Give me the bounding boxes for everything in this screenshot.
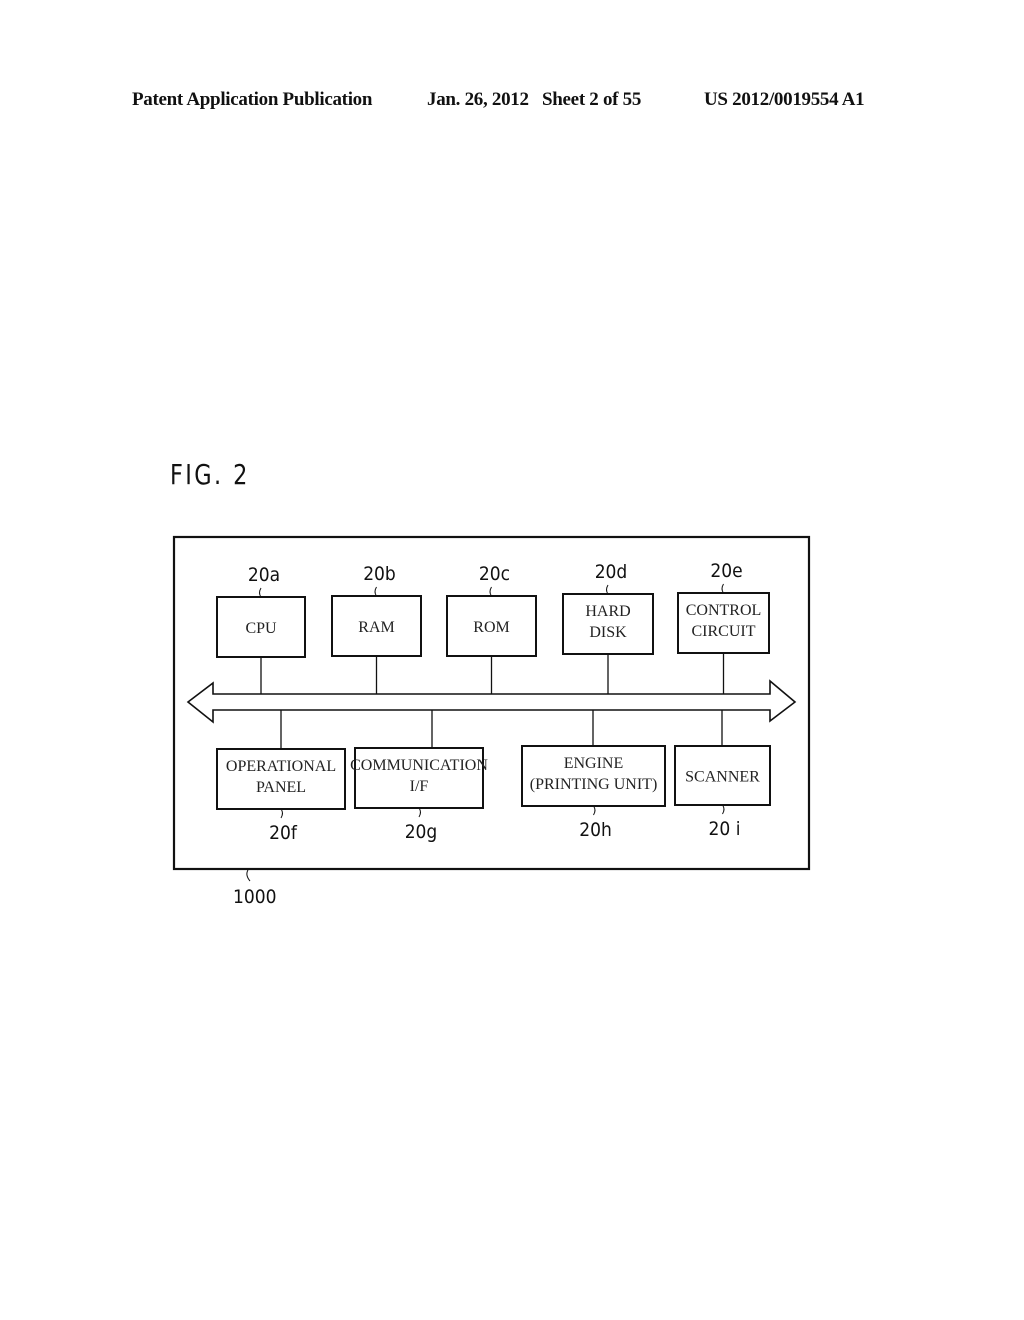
- ref-leader-line: [259, 587, 262, 598]
- component-label: ENGINE: [564, 755, 624, 772]
- component-20c: ROM 20c: [446, 563, 537, 694]
- ref-leader-line: [280, 808, 283, 819]
- component-20h: ENGINE (PRINTING UNIT) 20h: [521, 710, 666, 841]
- component-label: DISK: [589, 624, 627, 641]
- component-ref-label: 20 i: [709, 818, 741, 840]
- component-ref-label: 20f: [269, 822, 298, 844]
- ref-leader-line: [374, 586, 377, 597]
- device-leader-line: [246, 869, 251, 882]
- device-ref-label: 1000: [233, 886, 277, 908]
- component-ref-label: 20a: [248, 564, 280, 586]
- component-label: PANEL: [256, 779, 306, 796]
- component-label: (PRINTING UNIT): [530, 776, 658, 793]
- component-20e: CONTROL CIRCUIT 20e: [677, 560, 770, 694]
- component-ref-label: 20d: [595, 561, 628, 583]
- component-label: CIRCUIT: [692, 623, 756, 640]
- component-label: OPERATIONAL: [226, 758, 336, 775]
- ref-leader-line: [721, 583, 724, 594]
- component-label: HARD: [585, 603, 630, 620]
- component-label: I/F: [410, 778, 429, 795]
- component-label: ROM: [473, 619, 509, 636]
- ref-leader-line: [489, 586, 492, 597]
- ref-leader-line: [418, 807, 421, 818]
- block-diagram: 1000 CPU 20a RAM 20b ROM 20c HARD DISK 20d CONTRO…: [172, 535, 811, 908]
- component-20b: RAM 20b: [331, 563, 422, 694]
- component-label: CPU: [245, 620, 277, 637]
- component-ref-label: 20b: [363, 563, 396, 585]
- component-20g: COMMUNICATION I/F 20g: [350, 710, 488, 843]
- component-label: RAM: [358, 619, 394, 636]
- ref-leader-line: [722, 804, 725, 815]
- component-ref-label: 20e: [710, 560, 742, 582]
- component-label: COMMUNICATION: [350, 757, 488, 774]
- component-20a: CPU 20a: [216, 564, 306, 694]
- component-20f: OPERATIONAL PANEL 20f: [216, 710, 346, 844]
- component-20i: SCANNER 20 i: [674, 710, 771, 840]
- component-label: CONTROL: [686, 602, 762, 619]
- component-label: SCANNER: [685, 769, 760, 786]
- ref-leader-line: [593, 805, 596, 816]
- top-components: CPU 20a RAM 20b ROM 20c HARD DISK 20d CONTROL CIRC…: [216, 560, 770, 694]
- component-ref-label: 20h: [579, 819, 612, 841]
- ref-leader-line: [606, 584, 609, 595]
- bottom-components: OPERATIONAL PANEL 20f COMMUNICATION I/F 20g EN…: [216, 710, 771, 844]
- component-ref-label: 20c: [479, 563, 510, 585]
- component-ref-label: 20g: [405, 821, 438, 843]
- component-20d: HARD DISK 20d: [562, 561, 654, 694]
